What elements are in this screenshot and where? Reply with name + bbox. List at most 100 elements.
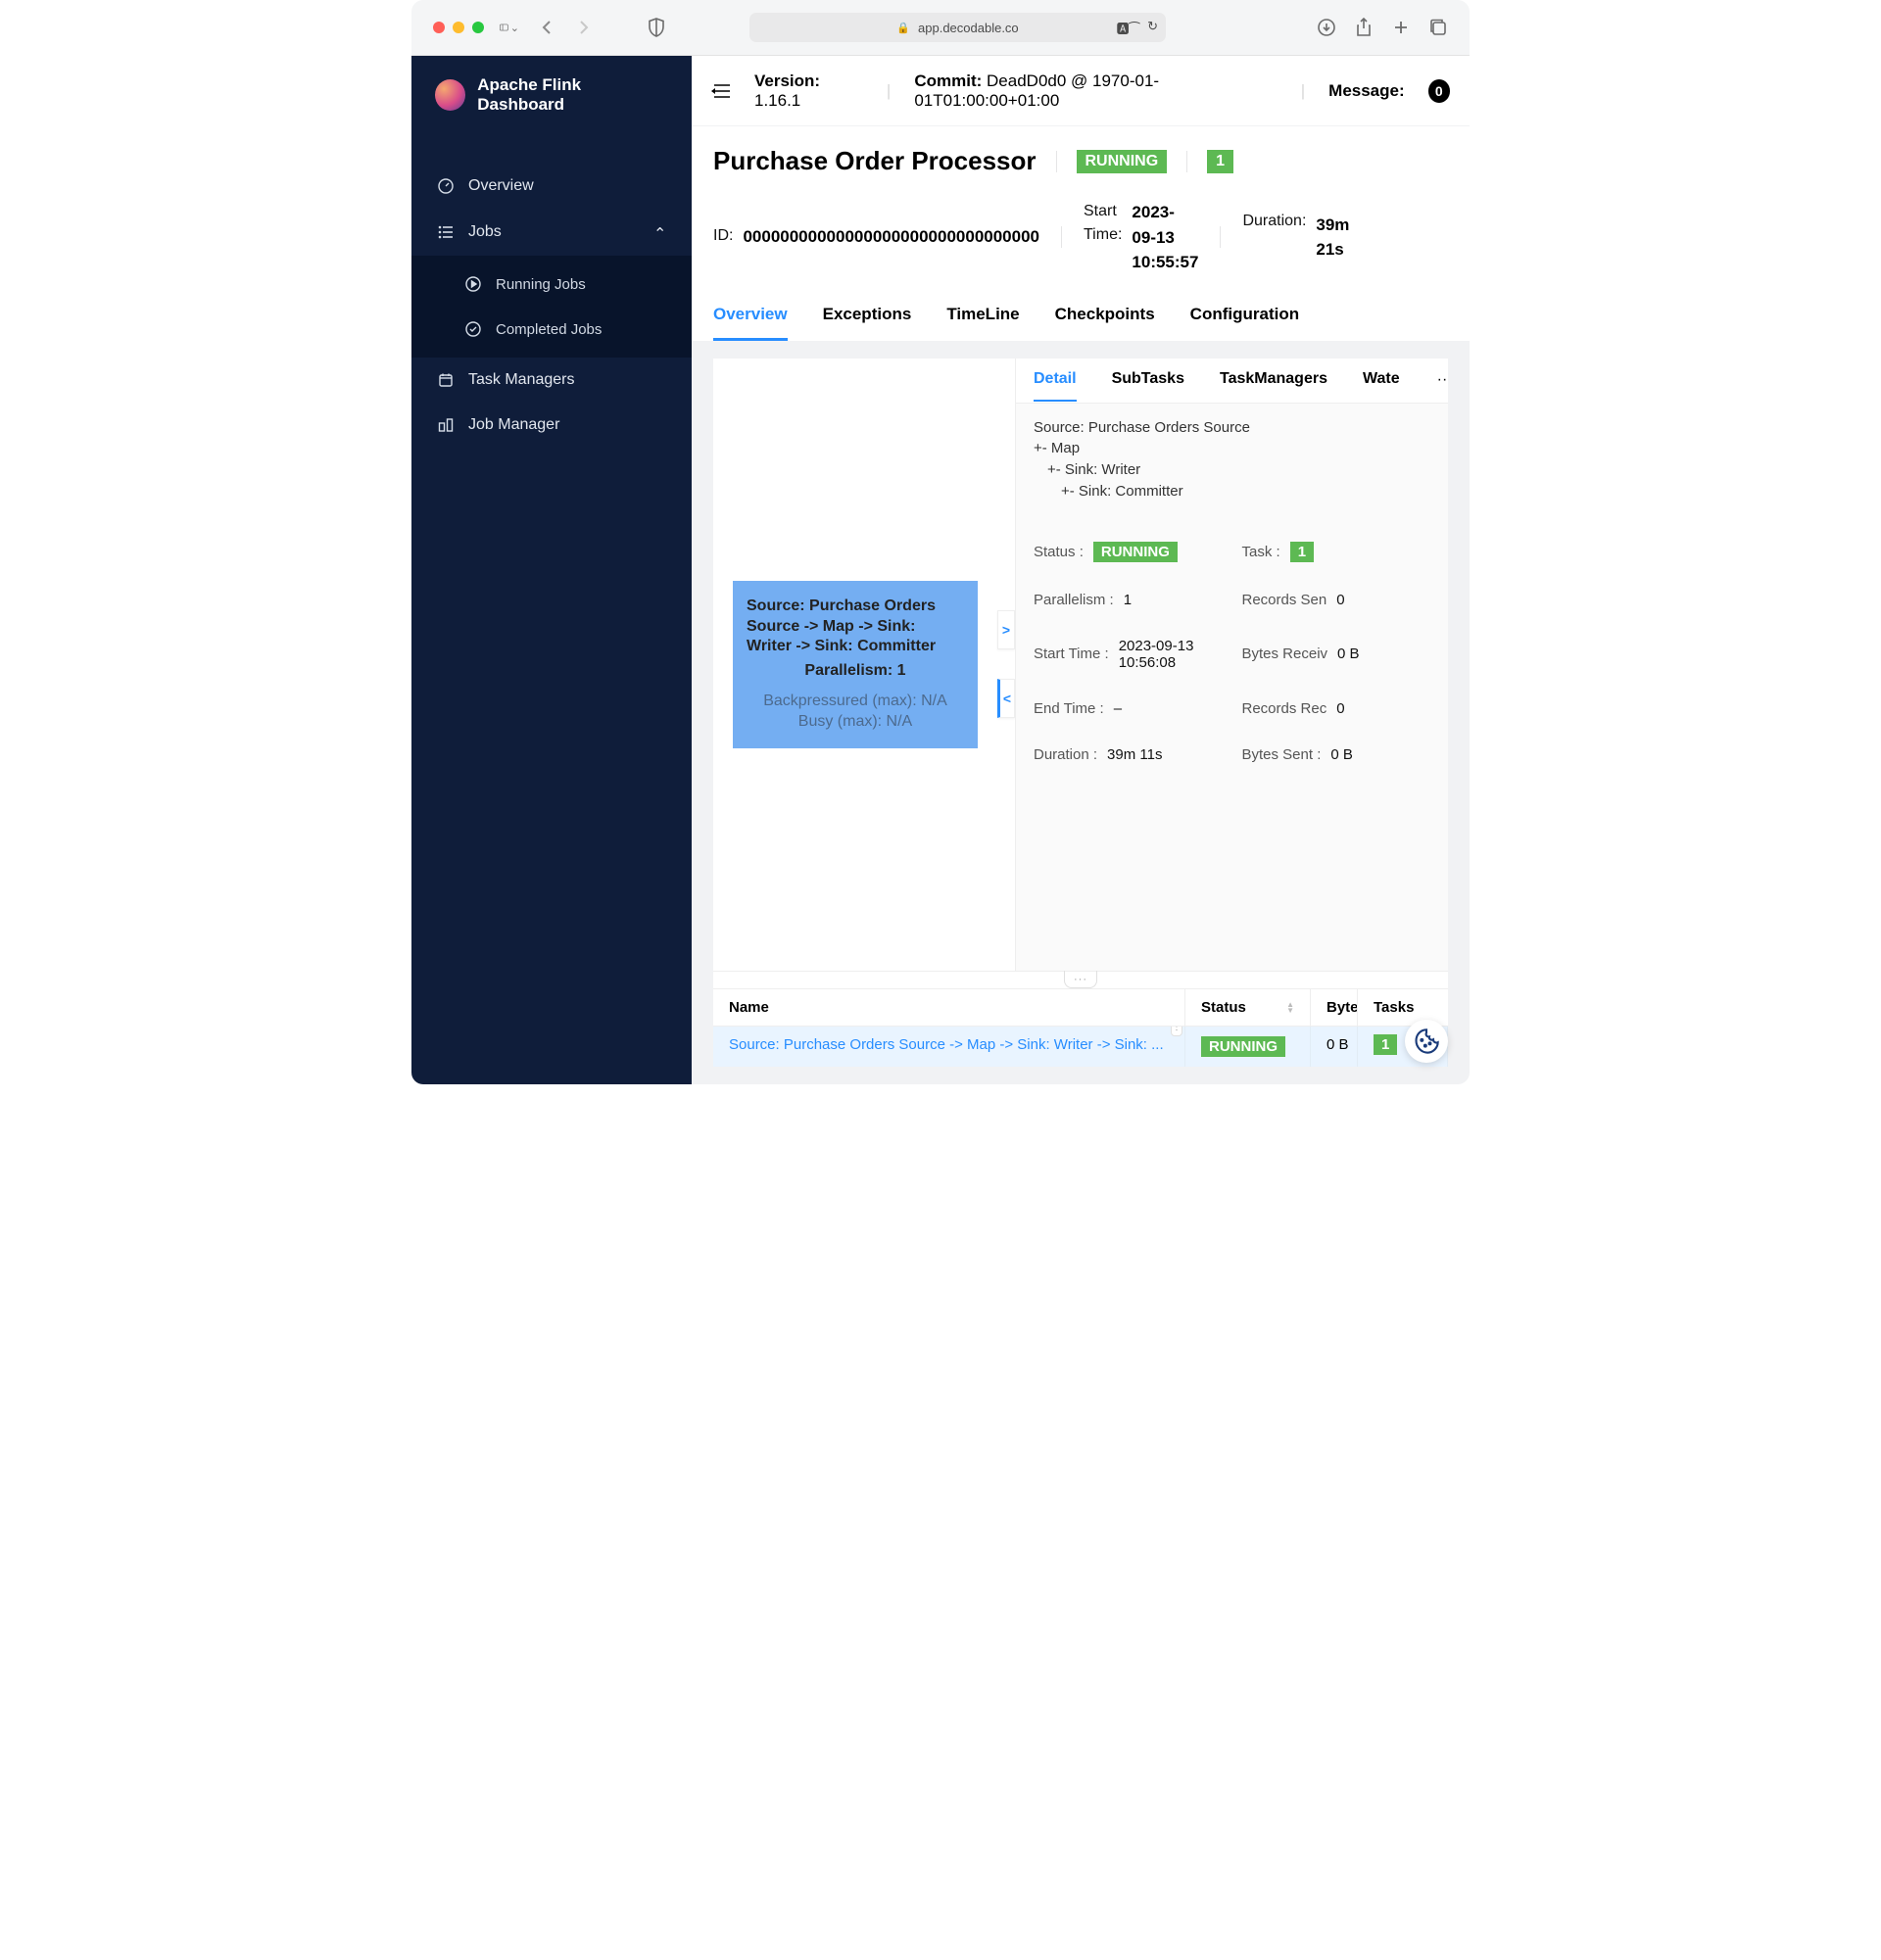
nav-job-manager[interactable]: Job Manager	[411, 403, 692, 448]
detail-tab-detail[interactable]: Detail	[1034, 359, 1077, 402]
commit-block: Commit: DeadD0d0 @ 1970-01-01T01:00:00+0…	[914, 72, 1277, 111]
detail-tab-subtasks[interactable]: SubTasks	[1112, 359, 1184, 402]
nav-task-managers-label: Task Managers	[468, 371, 575, 389]
tab-exceptions[interactable]: Exceptions	[823, 295, 912, 341]
minimize-window-button[interactable]	[453, 22, 464, 33]
job-header: Purchase Order Processor RUNNING 1 ID: 0…	[692, 126, 1470, 341]
col-resize-handle[interactable]: ⋮	[1171, 1027, 1182, 1036]
tab-checkpoints[interactable]: Checkpoints	[1055, 295, 1155, 341]
tree-committer: +- Sink: Committer	[1034, 481, 1430, 502]
message-count-badge[interactable]: 0	[1428, 79, 1450, 103]
tabs-icon[interactable]	[1428, 18, 1448, 37]
url-bar[interactable]: 🔒 app.decodable.co 🅰︎⁀ ↻	[749, 13, 1166, 42]
collapse-left-button[interactable]: <	[997, 679, 1015, 718]
job-duration-block: Duration: 39m21s	[1242, 213, 1349, 263]
cookie-consent-button[interactable]	[1405, 1020, 1448, 1063]
graph-node-title: Source: Purchase Orders Source -> Map ->…	[747, 597, 964, 657]
detail-tab-taskmanagers[interactable]: TaskManagers	[1220, 359, 1327, 402]
kv-parallelism: Parallelism :1	[1034, 592, 1223, 608]
new-tab-icon[interactable]	[1391, 18, 1411, 37]
cell-status: RUNNING	[1185, 1027, 1311, 1067]
col-bytes[interactable]: Byte	[1311, 989, 1358, 1026]
reload-icon[interactable]: ↻	[1147, 19, 1158, 37]
nav-task-managers[interactable]: Task Managers	[411, 358, 692, 403]
job-start-time-block: StartTime: 2023-09-1310:55:57	[1084, 200, 1198, 275]
forward-button[interactable]	[574, 18, 594, 37]
grid-icon	[437, 416, 455, 434]
graph-node-backpressure: Backpressured (max): N/A	[747, 692, 964, 712]
topbar: Version: 1.16.1 | Commit: DeadD0d0 @ 197…	[692, 56, 1470, 126]
cell-name[interactable]: Source: Purchase Orders Source -> Map ->…	[713, 1027, 1185, 1067]
tree-map: +- Map	[1034, 438, 1430, 459]
sidebar-header: Apache Flink Dashboard	[411, 56, 692, 134]
maximize-window-button[interactable]	[472, 22, 484, 33]
col-status[interactable]: Status ▲▼	[1185, 989, 1311, 1026]
kv-start-time: Start Time :2023-09-13 10:56:08	[1034, 638, 1223, 671]
col-name[interactable]: Name	[713, 989, 1185, 1026]
back-button[interactable]	[537, 18, 556, 37]
shield-icon[interactable]	[647, 18, 666, 37]
tree-source: Source: Purchase Orders Source	[1034, 417, 1430, 439]
message-block: Message:	[1328, 81, 1404, 101]
job-graph-pane[interactable]: Source: Purchase Orders Source -> Map ->…	[713, 359, 997, 972]
share-icon[interactable]	[1354, 18, 1374, 37]
kv-duration: Duration :39m 11s	[1034, 746, 1223, 763]
close-window-button[interactable]	[433, 22, 445, 33]
nav-jobs-label: Jobs	[468, 223, 502, 241]
check-circle-icon	[464, 320, 482, 338]
tree-writer: +- Sink: Writer	[1034, 459, 1430, 481]
job-title: Purchase Order Processor	[713, 146, 1037, 176]
nav-completed-jobs[interactable]: Completed Jobs	[411, 307, 692, 352]
kv-task: Task :1	[1242, 542, 1431, 562]
row-resize-handle[interactable]: ···	[713, 971, 1448, 988]
play-circle-icon	[464, 275, 482, 293]
col-tasks[interactable]: Tasks	[1358, 989, 1448, 1026]
cell-bytes: 0 B	[1311, 1027, 1358, 1067]
vertex-table: Name Status ▲▼ Byte Tasks Source: Purcha…	[713, 988, 1448, 1067]
nav-job-manager-label: Job Manager	[468, 416, 559, 434]
dashboard-icon	[437, 177, 455, 195]
graph-node-parallelism: Parallelism: 1	[747, 661, 964, 682]
menu-collapse-icon[interactable]	[711, 83, 731, 99]
flink-logo	[435, 79, 465, 111]
kv-records-received: Records Rec0	[1242, 700, 1431, 717]
tab-timeline[interactable]: TimeLine	[946, 295, 1019, 341]
kv-end-time: End Time :–	[1034, 700, 1223, 717]
expand-right-button[interactable]: >	[997, 610, 1015, 649]
job-count-badge: 1	[1207, 150, 1233, 173]
chevron-up-icon: ⌄	[653, 222, 666, 242]
schedule-icon	[437, 371, 455, 389]
kv-bytes-sent: Bytes Sent :0 B	[1242, 746, 1431, 763]
main-content: Version: 1.16.1 | Commit: DeadD0d0 @ 197…	[692, 56, 1470, 1084]
detail-tab-watermarks[interactable]: Wate	[1363, 359, 1400, 402]
lock-icon: 🔒	[896, 22, 910, 34]
nav-overview-label: Overview	[468, 177, 534, 195]
tab-overview[interactable]: Overview	[713, 295, 788, 341]
job-id-block: ID: 00000000000000000000000000000000	[713, 227, 1039, 247]
sort-icon[interactable]: ▲▼	[1286, 1002, 1294, 1013]
url-text: app.decodable.co	[918, 21, 1019, 35]
nav-running-jobs-label: Running Jobs	[496, 276, 586, 293]
tab-configuration[interactable]: Configuration	[1190, 295, 1299, 341]
version-block: Version: 1.16.1	[754, 72, 863, 111]
job-status-badge: RUNNING	[1077, 150, 1168, 173]
download-icon[interactable]	[1317, 18, 1336, 37]
kv-status: Status :RUNNING	[1034, 542, 1223, 562]
graph-node-busy: Busy (max): N/A	[747, 712, 964, 733]
nav-running-jobs[interactable]: Running Jobs	[411, 262, 692, 307]
job-tabs: Overview Exceptions TimeLine Checkpoints…	[713, 295, 1448, 341]
translate-icon[interactable]: 🅰︎⁀	[1117, 19, 1139, 37]
traffic-lights	[433, 22, 484, 33]
pane-splitter: > <	[997, 359, 1015, 972]
content-area: Source: Purchase Orders Source -> Map ->…	[692, 341, 1470, 1085]
graph-node[interactable]: Source: Purchase Orders Source -> Map ->…	[733, 581, 978, 748]
browser-chrome: ⌄ 🔒 app.decodable.co 🅰︎⁀ ↻	[411, 0, 1470, 56]
table-row[interactable]: Source: Purchase Orders Source -> Map ->…	[713, 1027, 1448, 1067]
nav-completed-jobs-label: Completed Jobs	[496, 321, 602, 338]
sidebar: Apache Flink Dashboard Overview Jobs ⌄ R…	[411, 56, 692, 1084]
nav-overview[interactable]: Overview	[411, 164, 692, 209]
app-title: Apache Flink Dashboard	[477, 75, 668, 115]
detail-tabs-more-icon[interactable]: ···	[1435, 371, 1448, 389]
sidebar-toggle-icon[interactable]: ⌄	[500, 18, 519, 37]
nav-jobs[interactable]: Jobs ⌄	[411, 209, 692, 256]
